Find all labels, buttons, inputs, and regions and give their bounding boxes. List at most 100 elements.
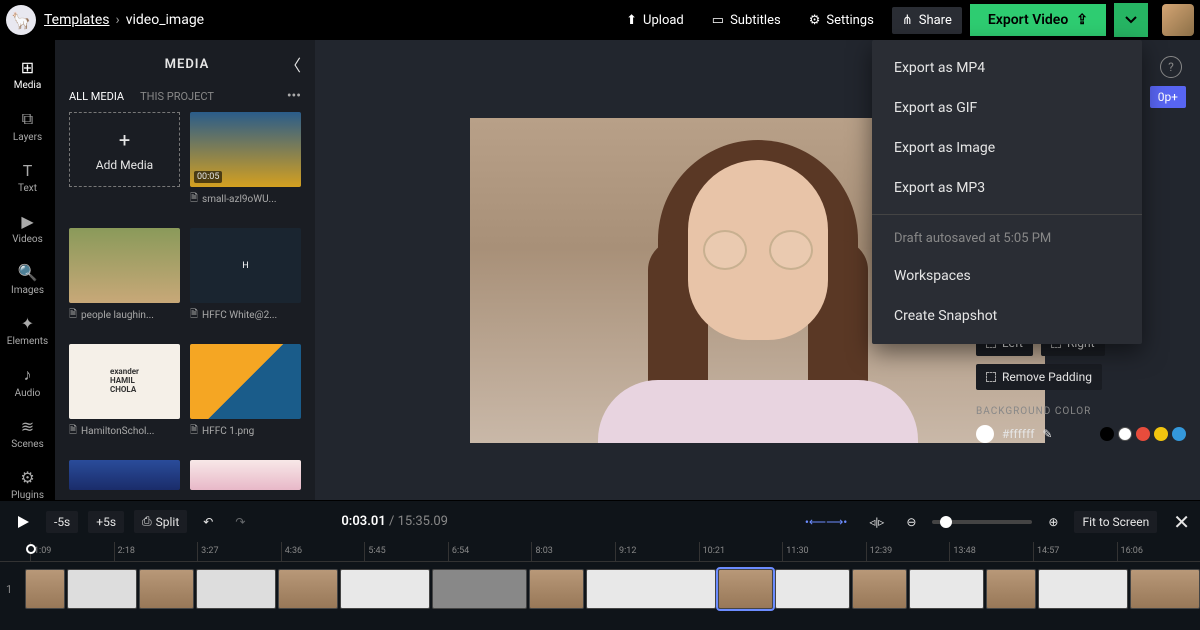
timeline-clip[interactable] (278, 569, 338, 609)
close-timeline-icon[interactable]: ✕ (1173, 510, 1190, 534)
forward-5s-button[interactable]: +5s (88, 511, 124, 533)
timeline-clip[interactable] (1038, 569, 1128, 609)
ruler-tick: 8:03 (531, 542, 615, 561)
timeline-clip[interactable] (909, 569, 984, 609)
playhead[interactable] (26, 544, 36, 554)
timeline-clip[interactable] (340, 569, 430, 609)
media-item[interactable]: exanderHAMILCHOLA 🗎HamiltonSchol... (69, 344, 180, 450)
media-item[interactable]: 🗎HFFC 1.png (190, 344, 301, 450)
timeline-clip[interactable] (852, 569, 907, 609)
media-item[interactable]: 🗎people laughin... (69, 228, 180, 334)
zoom-out-button[interactable]: ⊖ (900, 511, 922, 533)
export-menu: Export as MP4 Export as GIF Export as Im… (872, 40, 1142, 344)
snap-button[interactable]: •⟵⟶• (799, 511, 854, 533)
timeline-clip[interactable] (67, 569, 137, 609)
workspaces-menu[interactable]: Workspaces (872, 256, 1142, 296)
help-icon[interactable]: ? (1160, 56, 1182, 78)
media-item[interactable] (190, 460, 301, 500)
trim-button[interactable]: ◃|▹ (863, 511, 890, 533)
palette-color[interactable] (1172, 427, 1186, 441)
ribbon-text[interactable]: TText (0, 153, 55, 202)
add-media-button[interactable]: +Add Media (69, 112, 180, 218)
redo-icon: ↷ (235, 515, 245, 529)
settings-button[interactable]: ⚙ Settings (799, 7, 884, 34)
timeline-ruler[interactable]: 1:09 2:18 3:27 4:36 5:45 6:54 8:03 9:12 … (0, 542, 1200, 562)
resolution-badge[interactable]: 0p+ (1150, 86, 1186, 108)
file-icon: 🗎 (69, 423, 77, 440)
ribbon-audio[interactable]: ♪Audio (0, 357, 55, 407)
undo-button[interactable]: ↶ (197, 511, 219, 533)
palette-color[interactable] (1100, 427, 1114, 441)
ribbon-media[interactable]: ⊞Media (0, 50, 55, 99)
gear-icon: ⚙ (809, 13, 821, 28)
split-button[interactable]: ⎙Split (134, 510, 187, 533)
export-video-button[interactable]: Export Video ⇪ (970, 4, 1106, 36)
remove-padding-button[interactable]: Remove Padding (976, 364, 1102, 390)
zoom-slider[interactable] (932, 520, 1032, 524)
collapse-panel-icon[interactable]: 〈 (285, 52, 301, 76)
upload-button[interactable]: ⬆ Upload (616, 7, 694, 34)
timeline-clip[interactable] (529, 569, 584, 609)
crop-icon (986, 372, 996, 382)
file-icon: 🗎 (190, 307, 198, 324)
ribbon-images[interactable]: 🔍Images (0, 255, 55, 304)
zoom-in-button[interactable]: ⊕ (1042, 511, 1064, 533)
media-item[interactable]: H 🗎HFFC White@2... (190, 228, 301, 334)
palette-color[interactable] (1154, 427, 1168, 441)
tab-all-media[interactable]: ALL MEDIA (69, 90, 124, 103)
subtitles-button[interactable]: ▭ Subtitles (702, 7, 791, 34)
ribbon-layers[interactable]: ⧉Layers (0, 101, 55, 151)
timeline-clip[interactable] (986, 569, 1036, 609)
breadcrumb-root[interactable]: Templates (44, 12, 110, 28)
timeline: 1:09 2:18 3:27 4:36 5:45 6:54 8:03 9:12 … (0, 542, 1200, 630)
trim-icon: ◃|▹ (869, 515, 884, 529)
export-dropdown-caret[interactable] (1114, 3, 1148, 37)
timeline-track[interactable]: 1 (0, 562, 1200, 616)
more-options-icon[interactable]: ••• (287, 88, 301, 104)
ruler-tick: 3:27 (197, 542, 281, 561)
media-item[interactable]: 00:05 🗎small-azl9oWU... (190, 112, 301, 218)
export-mp3[interactable]: Export as MP3 (872, 168, 1142, 208)
export-image[interactable]: Export as Image (872, 128, 1142, 168)
ribbon-scenes[interactable]: ≋Scenes (0, 409, 55, 458)
fit-to-screen-button[interactable]: Fit to Screen (1074, 511, 1157, 533)
redo-button[interactable]: ↷ (229, 511, 251, 533)
eyedropper-icon[interactable]: ✎ (1042, 427, 1052, 441)
back-5s-button[interactable]: -5s (46, 511, 78, 533)
app-logo[interactable]: 🦙 (6, 5, 36, 35)
tab-this-project[interactable]: THIS PROJECT (140, 90, 214, 103)
timeline-clip[interactable] (196, 569, 276, 609)
create-snapshot[interactable]: Create Snapshot (872, 296, 1142, 336)
breadcrumb-current[interactable]: video_image (126, 12, 204, 28)
ruler-tick: 16:06 (1117, 542, 1200, 561)
media-label: 🗎people laughin... (69, 307, 180, 324)
media-item[interactable] (69, 460, 180, 500)
panel-title: MEDIA (89, 57, 285, 72)
timeline-clip[interactable] (1130, 569, 1200, 609)
media-label: 🗎HFFC White@2... (190, 307, 301, 324)
bg-color-swatch[interactable] (976, 425, 994, 443)
media-duration: 00:05 (194, 171, 222, 183)
ruler-tick: 14:57 (1033, 542, 1117, 561)
timeline-clip-selected[interactable] (718, 569, 773, 609)
bg-color-hex[interactable]: #ffffff (1002, 427, 1034, 441)
play-button[interactable] (10, 511, 36, 533)
split-icon: ⎙ (142, 514, 152, 529)
palette-color[interactable] (1136, 427, 1150, 441)
timeline-clip[interactable] (432, 569, 527, 609)
share-button[interactable]: ⋔ Share (892, 7, 962, 34)
ribbon-elements[interactable]: ✦Elements (0, 306, 55, 355)
timeline-clip[interactable] (25, 569, 65, 609)
export-gif[interactable]: Export as GIF (872, 88, 1142, 128)
timeline-clip[interactable] (139, 569, 194, 609)
timeline-clip[interactable] (775, 569, 850, 609)
ruler-tick: 12:39 (866, 542, 950, 561)
timeline-clip[interactable] (586, 569, 716, 609)
user-avatar[interactable] (1162, 4, 1194, 36)
export-mp4[interactable]: Export as MP4 (872, 48, 1142, 88)
ribbon-videos[interactable]: ▶Videos (0, 204, 55, 253)
plugins-icon: ⚙ (20, 468, 34, 487)
palette-color[interactable] (1118, 427, 1132, 441)
ribbon-plugins[interactable]: ⚙Plugins (0, 460, 55, 509)
zoom-knob[interactable] (940, 516, 952, 528)
